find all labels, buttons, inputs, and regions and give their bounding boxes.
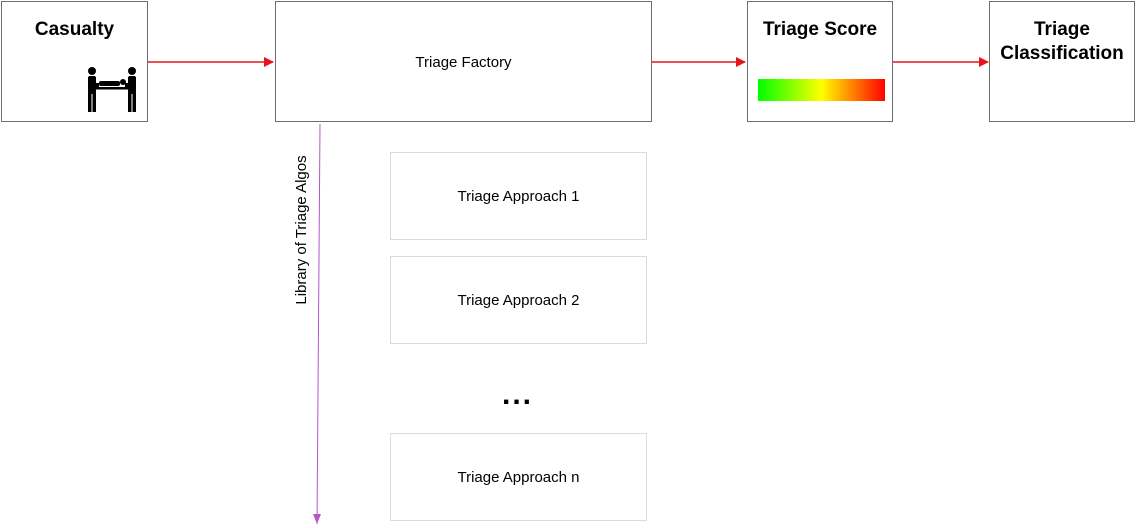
stretcher-carriers-icon (88, 67, 136, 112)
arrow-library (316, 123, 321, 525)
triage-approach-n-box[interactable]: Triage Approach n (390, 433, 647, 521)
triage-factory-box[interactable]: Triage Factory (275, 1, 652, 122)
triage-classification-box[interactable]: Triage Classification (989, 1, 1135, 122)
arrow-library-head (313, 514, 321, 524)
triage-score-title: Triage Score (762, 19, 878, 40)
casualty-box[interactable]: Casualty (1, 1, 148, 122)
triage-score-gradient-bar (758, 79, 885, 101)
triage-classification-title-line1: Triage (1034, 19, 1090, 40)
casualty-title: Casualty (34, 19, 115, 40)
triage-approach-2-box[interactable]: Triage Approach 2 (390, 256, 647, 344)
ellipsis: ... (501, 378, 533, 411)
triage-classification-title-line2: Classification (1000, 43, 1124, 64)
triage-approach-1-box[interactable]: Triage Approach 1 (390, 152, 647, 240)
triage-factory-label: Triage Factory (415, 54, 512, 71)
library-label: Library of Triage Algos (293, 155, 310, 305)
triage-score-box[interactable]: Triage Score (747, 1, 893, 122)
